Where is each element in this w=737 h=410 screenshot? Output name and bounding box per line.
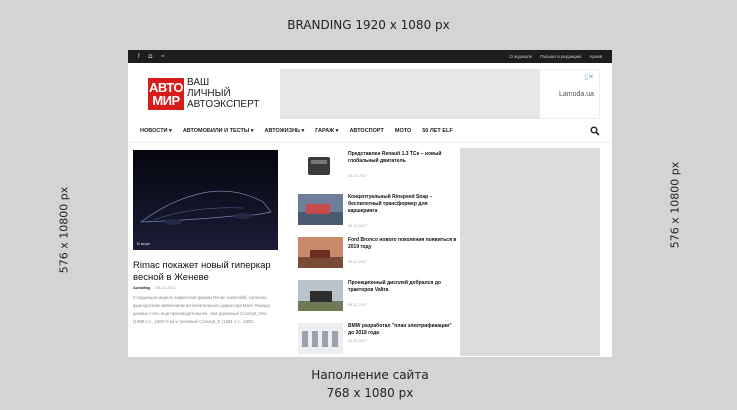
news-date: 06.12.2017 [348, 339, 368, 343]
featured-title[interactable]: Rimac покажет новый гиперкар весной в Же… [133, 260, 283, 284]
news-date: 06.12.2017 [348, 174, 368, 178]
featured-date: 06.12.2017 [155, 285, 176, 290]
list-item[interactable]: BMW разработал "план электрификации" до … [298, 323, 458, 357]
branding-zone-left: 576 x 10800 px [0, 50, 128, 410]
branding-label: BRANDING 1920 x 1080 px [287, 18, 450, 32]
facebook-icon[interactable]: f [138, 54, 140, 60]
featured-car-illustration [133, 150, 278, 250]
featured-meta: AutoMag - 06.12.2017 [133, 285, 176, 290]
news-thumbnail[interactable] [298, 151, 343, 182]
news-thumbnail[interactable] [298, 280, 343, 311]
top-links: О журнале Письмо в редакцию Архив [509, 54, 602, 59]
nav-item-motorsport[interactable]: АВТОСПОРТ [349, 128, 383, 134]
logo-text-line3: АВТОЭКСПЕРТ [187, 99, 260, 110]
news-title[interactable]: BMW разработал "план электрификации" до … [348, 323, 458, 337]
list-item[interactable]: Концептуальный Rinspeed Snap – беспилотн… [298, 194, 458, 234]
featured-excerpt: Следующая модель хорватской фирмы Rimac … [133, 295, 271, 324]
content-zone-label: Наполнение сайта [311, 367, 429, 382]
list-item[interactable]: Ford Bronco нового поколения появиться в… [298, 237, 458, 277]
instagram-icon[interactable]: ◘ [149, 54, 153, 60]
news-thumbnail[interactable] [298, 237, 343, 268]
news-title[interactable]: Проекционный дисплей добрался до трактор… [348, 280, 458, 294]
site-logo[interactable]: АВТО МИР ВАШ ЛИЧНЫЙ АВТОЭКСПЕРТ [148, 77, 259, 110]
ad-choices-icon[interactable]: ▯✕ [584, 73, 594, 81]
featured-author[interactable]: AutoMag [133, 285, 150, 290]
news-title[interactable]: Представлен Renault 1.3 TCe – новый глоб… [348, 151, 458, 165]
sidebar-ad-placeholder[interactable] [460, 148, 600, 356]
top-bar: f ◘ ≈ О журнале Письмо в редакцию Архив [128, 50, 612, 63]
social-links: f ◘ ≈ [138, 54, 165, 60]
news-title[interactable]: Концептуальный Rinspeed Snap – беспилотн… [348, 194, 458, 215]
ad-placeholder [280, 69, 540, 119]
list-item[interactable]: Представлен Renault 1.3 TCe – новый глоб… [298, 151, 458, 191]
site-header: АВТО МИР ВАШ ЛИЧНЫЙ АВТОЭКСПЕРТ ▯✕ Lamod… [128, 63, 612, 119]
logo-text-line1: ВАШ [187, 77, 210, 88]
nav-item-elf[interactable]: 50 ЛЕТ ELF [422, 128, 452, 134]
top-link-about[interactable]: О журнале [509, 54, 532, 59]
news-date: 06.12.2017 [348, 303, 368, 307]
news-title[interactable]: Ford Bronco нового поколения появиться в… [348, 237, 458, 251]
site-preview: f ◘ ≈ О журнале Письмо в редакцию Архив … [128, 50, 612, 357]
content-zone-caption: Наполнение сайта 768 x 1080 px [128, 357, 612, 410]
featured-category-badge[interactable]: В мире [137, 241, 150, 246]
nav-item-cars[interactable]: АВТОМОБИЛИ И ТЕСТЫ ▾ [183, 128, 254, 134]
top-link-archive[interactable]: Архив [589, 54, 602, 59]
main-nav: НОВОСТИ ▾ АВТОМОБИЛИ И ТЕСТЫ ▾ АВТОЖИЗНЬ… [128, 119, 612, 143]
nav-item-garage[interactable]: ГАРАЖ ▾ [315, 128, 338, 134]
logo-mark: АВТО МИР [148, 77, 184, 110]
branding-zone-right: 576 x 10800 px [612, 0, 737, 410]
news-date: 06.12.2017 [348, 260, 368, 264]
right-zone-label: 576 x 10800 px [668, 161, 681, 249]
list-item[interactable]: Проекционный дисплей добрался до трактор… [298, 280, 458, 320]
content-zone-size: 768 x 1080 px [326, 385, 414, 400]
news-thumbnail[interactable] [298, 194, 343, 225]
search-icon[interactable] [590, 126, 600, 136]
logo-mark-line2: МИР [152, 92, 180, 108]
logo-text: ВАШ ЛИЧНЫЙ АВТОЭКСПЕРТ [187, 77, 259, 110]
left-zone-label: 576 x 10800 px [57, 186, 71, 274]
ad-brand-label: Lamoda.ua [558, 91, 594, 98]
logo-text-line2: ЛИЧНЫЙ [187, 88, 231, 99]
rss-icon[interactable]: ≈ [161, 54, 164, 60]
top-link-contact[interactable]: Письмо в редакцию [540, 54, 581, 59]
logo-mark-line1: АВТО [148, 79, 184, 95]
nav-item-autolife[interactable]: АВТОЖИЗНЬ ▾ [265, 128, 305, 134]
featured-image[interactable]: В мире [133, 150, 278, 250]
header-ad-banner[interactable]: ▯✕ Lamoda.ua [280, 69, 600, 119]
nav-item-news[interactable]: НОВОСТИ ▾ [140, 128, 172, 134]
news-date: 06.12.2017 [348, 224, 368, 228]
news-thumbnail[interactable] [298, 323, 343, 354]
nav-item-moto[interactable]: МОТО [395, 128, 411, 134]
